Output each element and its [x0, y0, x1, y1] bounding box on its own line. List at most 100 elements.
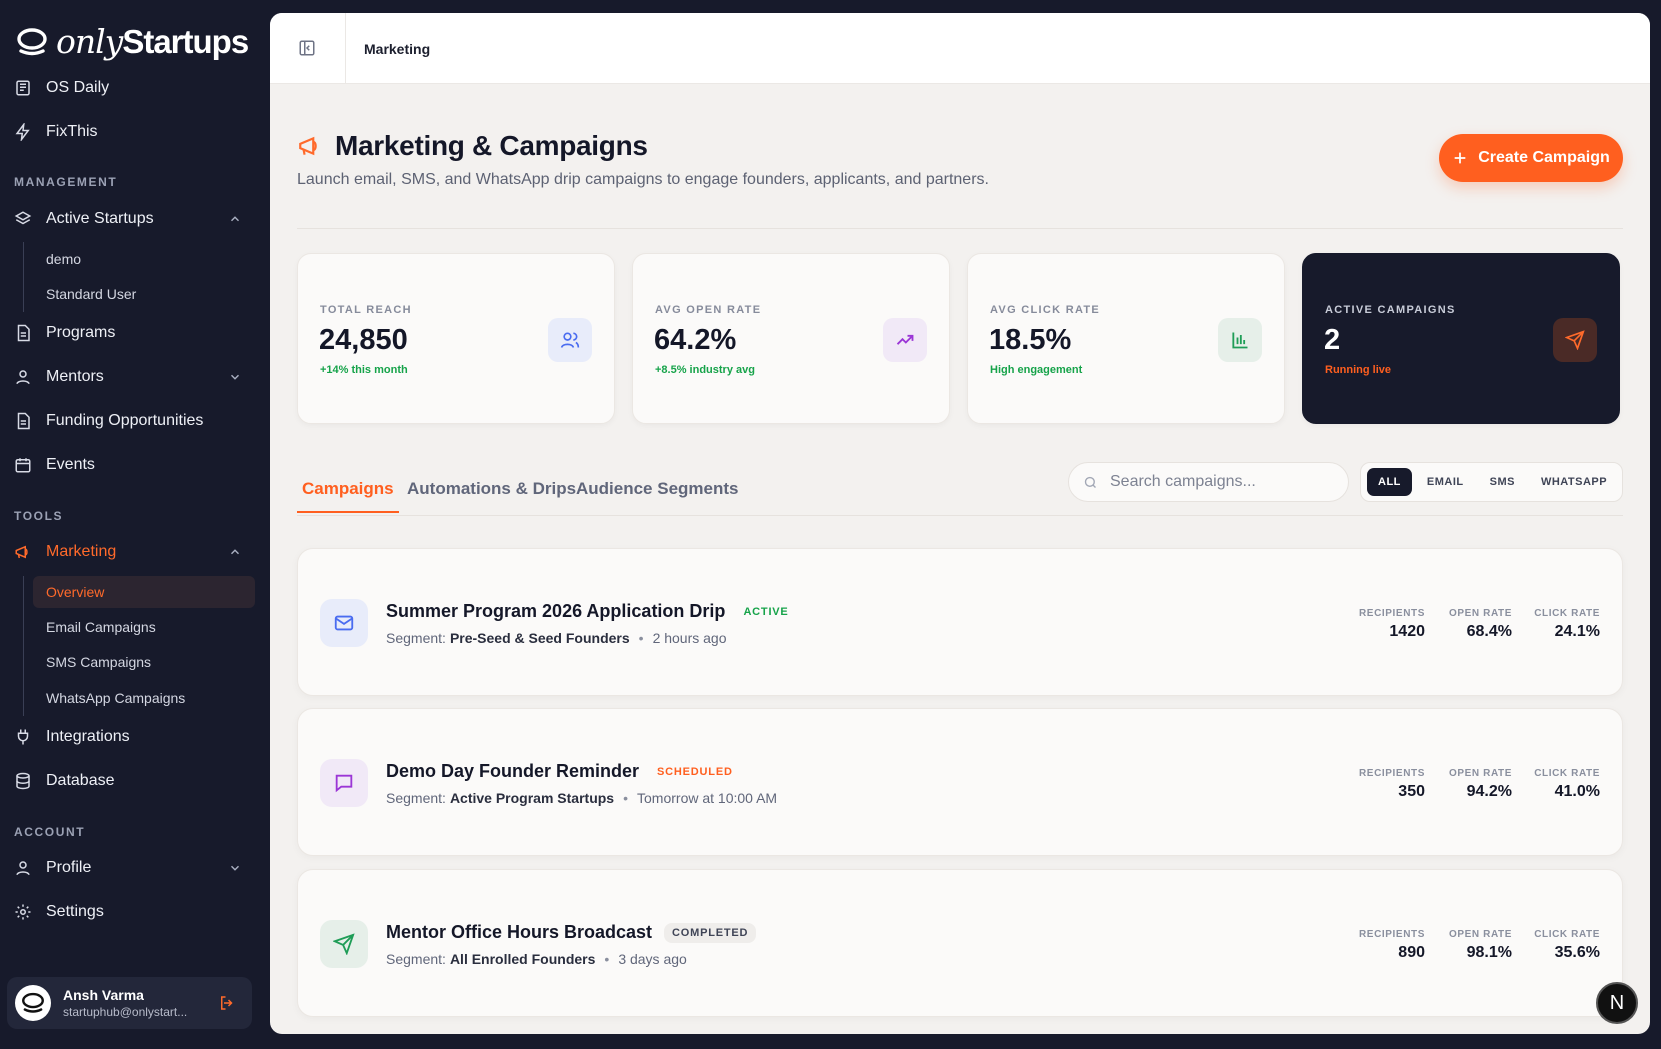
message-icon [335, 774, 353, 793]
sub-item-demo[interactable]: demo [33, 243, 255, 275]
plug-icon [17, 729, 29, 745]
campaign-title: Summer Program 2026 Application Drip [386, 601, 726, 621]
nav-funding-opportunities[interactable]: Funding Opportunities [14, 403, 254, 439]
sub-item-sms-campaigns[interactable]: SMS Campaigns [33, 646, 255, 678]
mail-icon [334, 615, 354, 631]
metric-open-rate: OPEN RATE 94.2% [1449, 768, 1512, 801]
metric-label: CLICK RATE [1534, 929, 1600, 940]
gear-icon [15, 904, 31, 920]
nav-marketing[interactable]: Marketing [14, 534, 254, 570]
stat-icon-box [548, 318, 592, 362]
campaign-title-row: Demo Day Founder Reminder SCHEDULED [386, 761, 733, 782]
stat-value: 64.2% [654, 324, 737, 356]
calendar-icon [15, 458, 31, 473]
sub-item-whatsapp-campaigns[interactable]: WhatsApp Campaigns [33, 682, 255, 714]
user-info: Ansh Varma startuphub@onlystart... [63, 987, 187, 1019]
nav-active-startups[interactable]: Active Startups [14, 201, 254, 237]
filter-email[interactable]: EMAIL [1416, 468, 1475, 496]
newspaper-icon [16, 80, 30, 96]
channel-filter: ALL EMAIL SMS WHATSAPP [1360, 462, 1623, 502]
metric-click-rate: CLICK RATE 35.6% [1534, 929, 1600, 962]
page-title-row: Marketing & Campaigns [297, 130, 648, 162]
corner-badge[interactable]: N [1596, 982, 1638, 1024]
user-icon [16, 370, 30, 385]
metric-value: 350 [1398, 783, 1425, 800]
search-input[interactable] [1110, 473, 1340, 491]
document-icon [17, 324, 30, 342]
metric-label: RECIPIENTS [1358, 608, 1425, 619]
breadcrumb[interactable]: Marketing [364, 41, 430, 57]
page-subtitle: Launch email, SMS, and WhatsApp drip cam… [297, 171, 989, 188]
campaign-meta: Segment: All Enrolled Founders • 3 days … [386, 951, 687, 967]
megaphone-icon [15, 545, 28, 559]
nav-fixthis[interactable]: FixThis [14, 114, 254, 150]
brand-name: onlyStartups [56, 22, 249, 61]
plus-icon [1454, 152, 1466, 164]
metric-label: OPEN RATE [1449, 929, 1512, 940]
topbar: Marketing [270, 13, 1650, 84]
create-campaign-button[interactable]: Create Campaign [1439, 134, 1623, 182]
chevron-up-icon [231, 549, 239, 555]
stat-card-avg-click-rate: AVG CLICK RATE 18.5% High engagement [967, 253, 1285, 424]
section-tools: TOOLS [14, 509, 64, 523]
nav-events[interactable]: Events [14, 447, 254, 483]
nav-mentors[interactable]: Mentors [14, 359, 254, 395]
filter-all[interactable]: ALL [1367, 468, 1412, 496]
campaign-card[interactable]: Summer Program 2026 Application Drip ACT… [297, 548, 1623, 696]
sidebar-toggle-icon[interactable] [298, 39, 316, 57]
stat-label: TOTAL REACH [320, 304, 412, 316]
sub-item-email-campaigns[interactable]: Email Campaigns [33, 611, 255, 643]
sub-item-standard-user[interactable]: Standard User [33, 278, 255, 310]
metric-open-rate: OPEN RATE 68.4% [1449, 608, 1512, 641]
campaign-title: Mentor Office Hours Broadcast [386, 922, 653, 942]
nav-settings[interactable]: Settings [14, 894, 254, 930]
nav-label: Mentors [46, 368, 104, 385]
metric-recipients: RECIPIENTS 1420 [1359, 608, 1425, 641]
filter-sms[interactable]: SMS [1479, 468, 1526, 496]
filter-whatsapp[interactable]: WHATSAPP [1530, 468, 1618, 496]
metric-value: 41.0% [1554, 783, 1600, 800]
tab-campaigns[interactable]: Campaigns [297, 479, 399, 513]
button-label: Create Campaign [1478, 149, 1610, 166]
nav-os-daily[interactable]: OS Daily [14, 70, 254, 106]
metric-recipients: RECIPIENTS 350 [1359, 768, 1425, 801]
status-badge: ACTIVE [743, 605, 789, 618]
search-box [1068, 462, 1349, 502]
campaign-card[interactable]: Demo Day Founder Reminder SCHEDULED Segm… [297, 708, 1623, 856]
nav-label: OS Daily [46, 79, 110, 96]
stat-note: +14% this month [320, 364, 408, 376]
stat-label: ACTIVE CAMPAIGNS [1325, 304, 1456, 316]
database-icon [16, 772, 30, 790]
nav-label: Marketing [46, 543, 117, 560]
bar-chart-icon [1232, 332, 1248, 349]
campaign-title-row: Summer Program 2026 Application Drip ACT… [386, 601, 789, 622]
main-panel: Marketing Marketing & Campaigns Launch e… [270, 13, 1650, 1034]
divider [345, 13, 346, 84]
chevron-up-icon [231, 216, 239, 222]
nav-integrations[interactable]: Integrations [14, 719, 254, 755]
nav-profile[interactable]: Profile [14, 850, 254, 886]
user-icon [16, 861, 30, 876]
search-icon [1084, 476, 1096, 488]
stat-icon-box [1553, 318, 1597, 362]
submenu-rail [23, 242, 24, 312]
tab-automations-drips[interactable]: Automations & Drips [402, 479, 581, 511]
segment-name: Active Program Startups [449, 790, 615, 806]
segment-name: Pre-Seed & Seed Founders [449, 630, 630, 646]
metric-value: 890 [1398, 944, 1425, 961]
campaign-time: Tomorrow at 10:00 AM [637, 790, 778, 806]
logout-icon[interactable] [218, 994, 236, 1012]
campaign-card[interactable]: Mentor Office Hours Broadcast COMPLETED … [297, 869, 1623, 1017]
sub-item-overview[interactable]: Overview [33, 576, 255, 608]
nav-label: Integrations [46, 728, 130, 745]
nav-programs[interactable]: Programs [14, 315, 254, 351]
metric-label: RECIPIENTS [1358, 768, 1425, 779]
brand-logo[interactable]: onlyStartups [16, 22, 249, 61]
stat-value: 18.5% [989, 324, 1072, 356]
tab-audience-segments[interactable]: Audience Segments [571, 479, 744, 511]
brand-mark-icon [22, 992, 44, 1013]
stat-note: Running live [1325, 364, 1391, 376]
nav-database[interactable]: Database [14, 763, 254, 799]
user-card[interactable]: Ansh Varma startuphub@onlystart... [7, 977, 252, 1029]
separator-dot: • [604, 951, 610, 967]
